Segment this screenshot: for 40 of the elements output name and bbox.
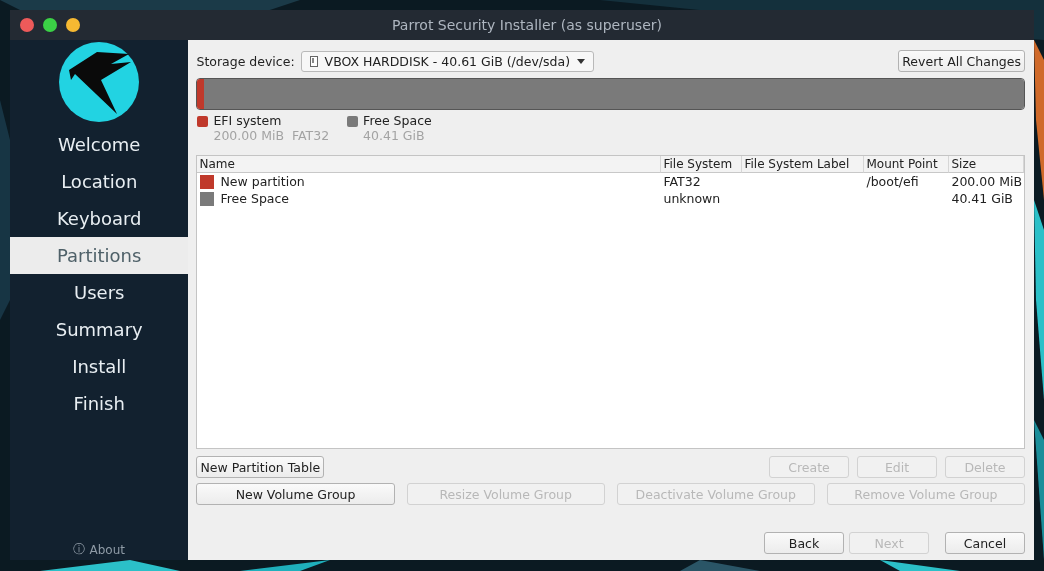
revert-button[interactable]: Revert All Changes [898, 50, 1025, 72]
caret-icon [577, 58, 586, 64]
column-header[interactable]: File System [661, 156, 743, 173]
partition-details: 40.41 GiB [363, 128, 426, 143]
close-button[interactable] [20, 18, 34, 32]
partition-details: 200.00 MiB FAT32 [213, 128, 330, 143]
column-header[interactable]: Name [197, 156, 662, 173]
sidebar-item[interactable]: Summary [10, 311, 189, 348]
sidebar-item[interactable]: Welcome [10, 126, 189, 163]
sidebar-item[interactable]: Keyboard [10, 200, 189, 237]
table-cell-text: 40.41 GiB [950, 190, 1014, 207]
sidebar-item[interactable]: Users [10, 274, 189, 311]
table-cell-text: FAT32 [662, 173, 702, 190]
maximize-button[interactable] [43, 18, 57, 32]
info-icon: ⓘ [73, 541, 86, 558]
table-cell-text: 200.00 MiB [950, 173, 1023, 190]
drive-icon [309, 55, 318, 67]
table-cell: New partition [220, 174, 305, 189]
column-header[interactable]: Mount Point [864, 156, 950, 173]
column-header[interactable]: File System Label [742, 156, 865, 173]
table-cell-text: unknown [662, 190, 722, 207]
volume-group-button[interactable]: New Volume Group [196, 483, 395, 505]
about-link[interactable]: About [89, 542, 125, 557]
back-button[interactable]: Back [764, 532, 844, 554]
sidebar-item[interactable]: Install [10, 348, 189, 385]
table-cell: Free Space [220, 191, 290, 206]
partition-name: EFI system [213, 113, 283, 128]
window-title: Parrot Security Installer (as superuser) [391, 17, 663, 33]
column-header[interactable]: Size [949, 156, 1024, 173]
cancel-button[interactable]: Cancel [945, 532, 1025, 554]
storage-dropdown[interactable]: VBOX HARDDISK - 40.61 GiB (/dev/sda) [300, 50, 595, 72]
field-label: Storage device: [196, 53, 295, 69]
sidebar-item[interactable]: Partitions [10, 237, 189, 274]
sidebar-item[interactable]: Finish [10, 385, 189, 422]
minimize-button[interactable] [66, 18, 80, 32]
partition-name: Free Space [363, 113, 432, 128]
table-cell-text: /boot/efi [865, 173, 920, 190]
bird-logo-icon [59, 42, 140, 122]
new-partition-table-button[interactable]: New Partition Table [196, 456, 325, 478]
sidebar-item[interactable]: Location [10, 163, 189, 200]
